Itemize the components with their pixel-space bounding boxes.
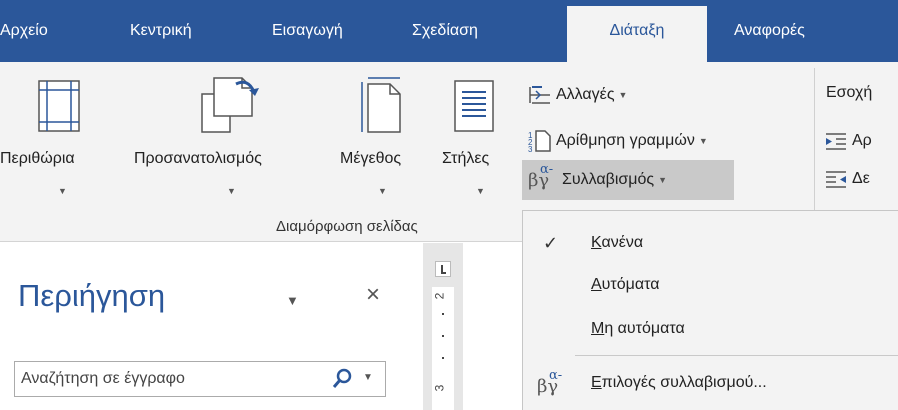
line-numbers-dropdown-icon: ▼ [698, 136, 708, 146]
indent-right-icon [826, 171, 846, 188]
checkmark-icon: ✓ [543, 233, 559, 253]
orientation-icon [201, 77, 259, 133]
tab-home[interactable]: Κεντρική [130, 0, 192, 62]
indent-right-label: Δε [852, 170, 870, 187]
tab-insert[interactable]: Εισαγωγή [272, 0, 343, 62]
navigation-pane: Περιήγηση ▼ × ▼ [0, 243, 412, 410]
page-setup-dialog-launcher[interactable] [500, 222, 512, 234]
columns-dropdown-icon: ▼ [476, 186, 485, 196]
search-box[interactable]: ▼ [14, 361, 386, 397]
pane-options-chevron-down-icon[interactable]: ▼ [286, 293, 299, 308]
columns-label: Στήλες [442, 150, 490, 167]
menu-item-label: Αυτόματα [591, 276, 660, 293]
menu-item-label: Κανένα [591, 234, 644, 251]
margins-button[interactable]: Περιθώρια ▼ [0, 62, 125, 212]
indent-left-label: Αρ [852, 132, 872, 149]
tab-file[interactable]: Αρχείο [0, 0, 48, 62]
hyphenation-menu: ✓ Κανένα Αυτόματα Μη αυτόματα βγ α- Επιλ… [522, 210, 898, 410]
breaks-dropdown-icon: ▼ [618, 90, 628, 100]
menu-item-label: Μη αυτόματα [591, 320, 685, 337]
ruler-strip: 2 3 [432, 287, 454, 410]
navigation-pane-title: Περιήγηση [18, 278, 166, 313]
line-numbers-icon: 1 2 3 [528, 130, 551, 153]
breaks-icon [529, 86, 550, 104]
orientation-button[interactable]: Προσανατολισμός ▼ [128, 62, 298, 212]
tab-references[interactable]: Αναφορές [734, 0, 805, 62]
indent-left-icon [826, 133, 846, 150]
breaks-button[interactable]: Αλλαγές ▼ [528, 82, 627, 108]
orientation-dropdown-icon: ▼ [227, 186, 236, 196]
margins-dropdown-icon: ▼ [58, 186, 67, 196]
search-icon[interactable] [331, 368, 353, 390]
menu-separator [575, 355, 898, 356]
menu-item-hyphenation-options[interactable]: βγ α- Επιλογές συλλαβισμού... [523, 363, 898, 403]
search-input[interactable] [21, 368, 311, 390]
ribbon-tab-bar: Αρχείο Κεντρική Εισαγωγή Σχεδίαση Διάταξ… [0, 0, 898, 62]
margins-label: Περιθώρια [0, 150, 75, 167]
svg-text:3: 3 [528, 145, 533, 153]
menu-item-none[interactable]: ✓ Κανένα [523, 223, 898, 263]
size-button[interactable]: Μέγεθος ▼ [340, 62, 437, 212]
hyphenation-dropdown-icon: ▼ [658, 175, 668, 185]
page-setup-group-label: Διαμόρφωση σελίδας [276, 218, 418, 235]
orientation-label: Προσανατολισμός [134, 150, 262, 167]
size-label: Μέγεθος [340, 150, 402, 167]
line-numbers-button[interactable]: 1 2 3 Αρίθμηση γραμμών ▼ [528, 128, 708, 154]
close-icon[interactable]: × [366, 281, 380, 309]
size-icon [361, 77, 401, 133]
tab-selector[interactable] [435, 261, 451, 277]
hyphenation-button[interactable]: βγ α- Συλλαβισμός ▼ [522, 160, 734, 200]
ruler-mark: 2 [432, 292, 447, 300]
columns-icon [454, 80, 494, 132]
size-dropdown-icon: ▼ [378, 186, 387, 196]
margins-icon [38, 80, 80, 132]
menu-item-automatic[interactable]: Αυτόματα [523, 265, 898, 305]
indent-label: Εσοχή [826, 84, 873, 101]
menu-item-label: Επιλογές συλλαβισμού... [591, 374, 767, 391]
indent-left-field[interactable]: Αρ [824, 128, 872, 154]
breaks-label: Αλλαγές [556, 86, 615, 103]
hyphenation-options-icon: βγ α- [537, 368, 563, 397]
vertical-ruler: 2 3 [423, 243, 463, 410]
ruler-tick [442, 357, 444, 359]
tab-design[interactable]: Σχεδίαση [412, 0, 478, 62]
ruler-mark: 3 [432, 384, 447, 392]
columns-button[interactable]: Στήλες ▼ [440, 62, 520, 212]
line-numbers-label: Αρίθμηση γραμμών [556, 132, 695, 149]
menu-item-manual[interactable]: Μη αυτόματα [523, 309, 898, 349]
tab-layout[interactable]: Διάταξη [567, 6, 707, 62]
ruler-tick [442, 335, 444, 337]
hyphenation-icon: βγ α- [528, 162, 554, 191]
search-options-chevron-down-icon[interactable]: ▼ [363, 372, 373, 383]
indent-right-field[interactable]: Δε [824, 166, 870, 192]
ruler-tick [442, 313, 444, 315]
hyphenation-label: Συλλαβισμός [562, 171, 655, 188]
